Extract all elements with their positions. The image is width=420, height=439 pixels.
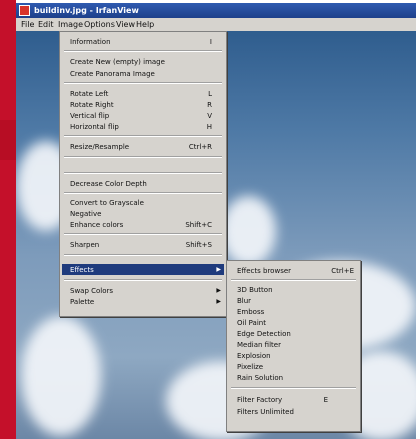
menu-view[interactable]: View [116,20,135,29]
menu-item-rain-solution[interactable]: Rain Solution [229,372,358,383]
menu-separator [64,279,222,281]
submenu-arrow-icon: ▶ [216,298,221,305]
menu-item-vertical-flip[interactable]: Vertical flip V [62,110,224,121]
menu-item-rotate-right[interactable]: Rotate Right R [62,99,224,110]
menu-separator [64,82,222,84]
cloud [221,196,276,266]
menu-separator [64,172,222,174]
app-window: buildinv.jpg - IrfanView File Edit Image… [16,3,416,439]
menu-item-enhance-colors[interactable]: Enhance colors Shift+C [62,219,224,230]
cloud [21,316,101,436]
menu-item-resize-resample[interactable]: Resize/Resample Ctrl+R [62,141,224,152]
window-title: buildinv.jpg - IrfanView [34,6,139,15]
submenu-arrow-icon: ▶ [216,266,221,273]
menu-item-effects[interactable]: Effects ▶ [62,264,224,275]
red-accent-block [0,120,16,160]
menu-separator [64,254,222,256]
menu-item-decrease-color-depth[interactable]: Decrease Color Depth [62,178,224,189]
menu-item-median-filter[interactable]: Median filter [229,339,358,350]
effects-submenu: Effects browser Ctrl+E 3D Button Blur Emb… [226,260,361,432]
menu-file[interactable]: File [21,20,34,29]
menu-item-horizontal-flip[interactable]: Horizontal flip H [62,121,224,132]
image-menu: Information I Create New (empty) image Cr… [59,31,227,317]
menu-help[interactable]: Help [136,20,154,29]
menu-item-blur[interactable]: Blur [229,295,358,306]
menu-item-emboss[interactable]: Emboss [229,306,358,317]
title-bar: buildinv.jpg - IrfanView [16,3,416,18]
menu-separator [64,156,222,158]
menu-item-edge-detection[interactable]: Edge Detection [229,328,358,339]
left-red-bar [0,0,16,439]
menu-item-negative[interactable]: Negative [62,208,224,219]
menu-item-explosion[interactable]: Explosion [229,350,358,361]
menu-separator [64,50,222,52]
menu-item-3d-button[interactable]: 3D Button [229,284,358,295]
menu-options[interactable]: Options [84,20,115,29]
menu-item-oil-paint[interactable]: Oil Paint [229,317,358,328]
menu-item-effects-browser[interactable]: Effects browser Ctrl+E [229,265,358,276]
menu-item-convert-grayscale[interactable]: Convert to Grayscale [62,197,224,208]
menu-separator [231,279,356,281]
menu-item-swap-colors[interactable]: Swap Colors ▶ [62,285,224,296]
menu-item-pixelize[interactable]: Pixelize [229,361,358,372]
menu-separator [64,135,222,137]
menu-separator [231,387,356,389]
menu-bar: File Edit Image Options View Help [16,18,416,32]
menu-item-create-panorama[interactable]: Create Panorama Image [62,68,224,79]
menu-separator [64,233,222,235]
menu-item-sharpen[interactable]: Sharpen Shift+S [62,239,224,250]
menu-item-filter-factory[interactable]: Filter Factory E [229,394,358,405]
menu-item-information[interactable]: Information I [62,36,224,47]
menu-item-create-new-image[interactable]: Create New (empty) image [62,56,224,67]
submenu-arrow-icon: ▶ [216,287,221,294]
menu-image[interactable]: Image [58,20,83,29]
menu-item-filters-unlimited[interactable]: Filters Unlimited [229,406,358,417]
menu-item-rotate-left[interactable]: Rotate Left L [62,88,224,99]
app-icon [19,5,30,16]
menu-item-palette[interactable]: Palette ▶ [62,296,224,307]
menu-edit[interactable]: Edit [38,20,54,29]
menu-separator [64,192,222,194]
